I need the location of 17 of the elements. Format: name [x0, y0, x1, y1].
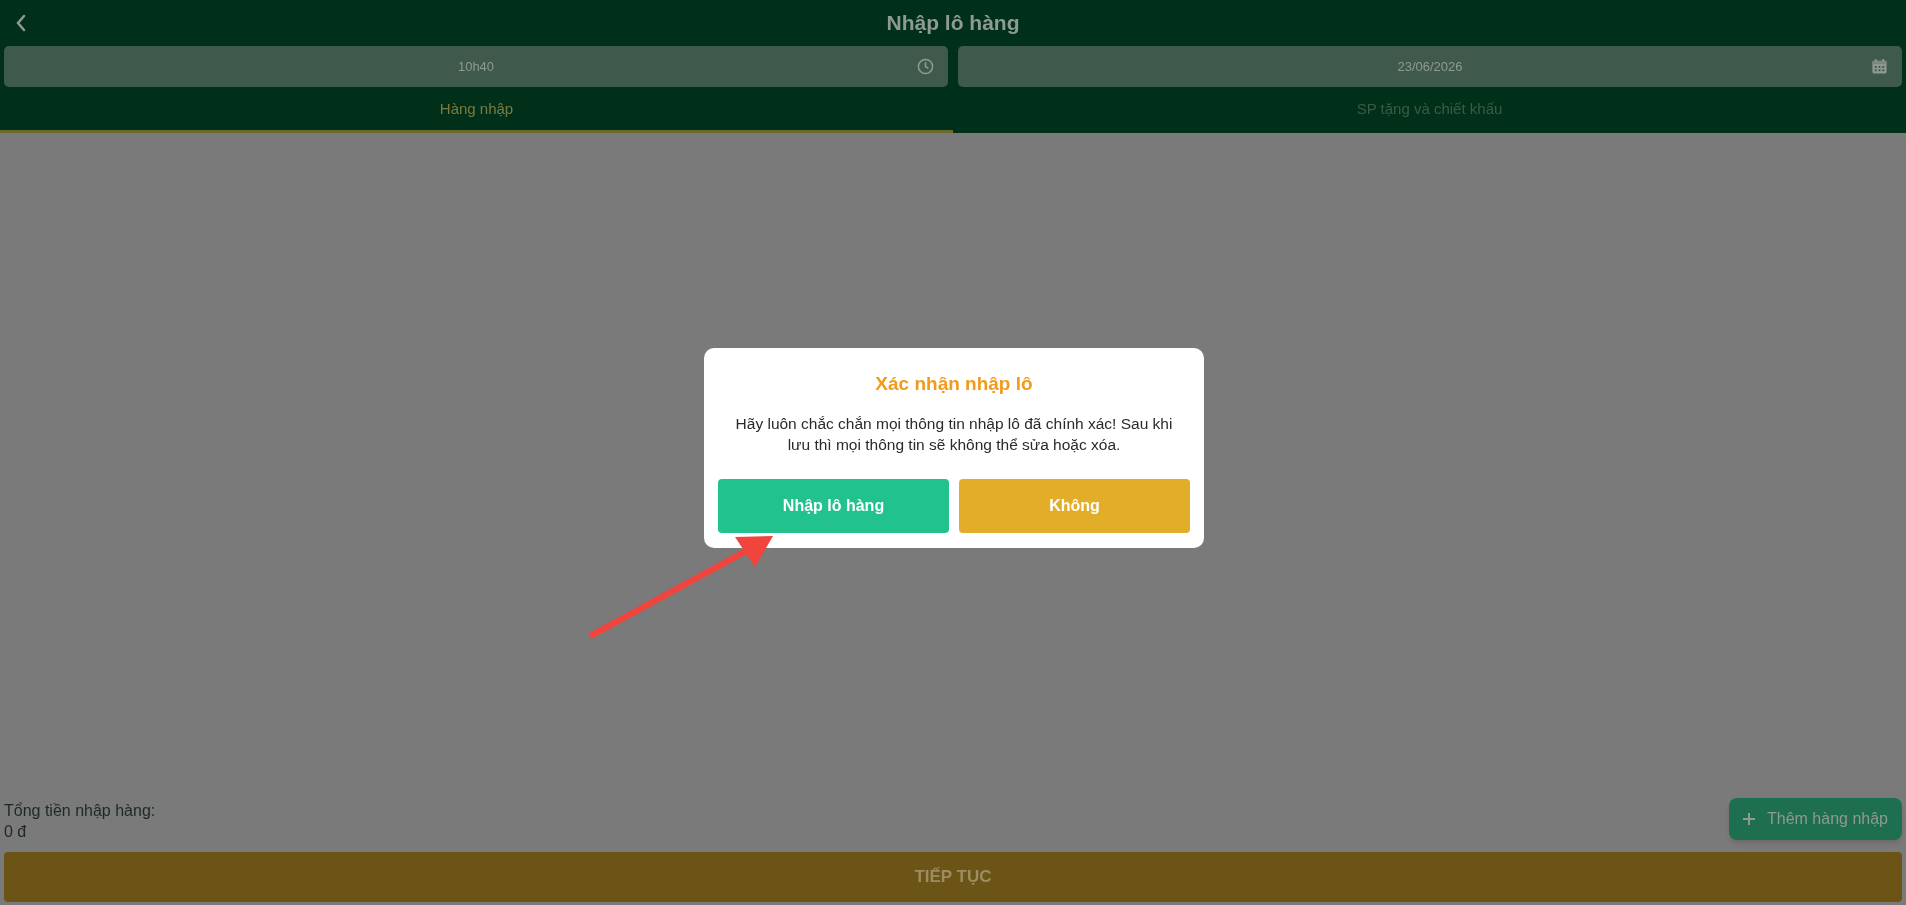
total-value: 0 đ — [4, 822, 28, 842]
plus-icon — [1743, 813, 1755, 825]
dialog-title: Xác nhận nhập lô — [875, 372, 1033, 396]
time-field[interactable]: 10h40 — [4, 46, 948, 87]
add-item-button[interactable]: Thêm hàng nhập — [1729, 798, 1902, 840]
cancel-button[interactable]: Không — [959, 478, 1190, 533]
dialog-message: Hãy luôn chắc chắn mọi thông tin nhập lô đã chính xác! Sau khi lưu thì mọi thông tin sẽ không thể sửa hoặc xóa. — [734, 413, 1174, 455]
back-icon — [15, 14, 27, 32]
confirm-button[interactable]: Nhập lô hàng — [718, 478, 949, 533]
tab[interactable]: Hàng nhập — [0, 89, 953, 133]
calendar-icon — [1871, 58, 1888, 75]
continue-button[interactable]: TIẾP TỤC — [4, 852, 1902, 902]
total-label: Tổng tiền nhập hàng: — [4, 801, 156, 821]
page-title: Nhập lô hàng — [886, 10, 1020, 37]
date-field[interactable]: 23/06/2026 — [958, 46, 1902, 87]
tab[interactable]: SP tặng và chiết khấu — [953, 89, 1906, 133]
clock-icon — [917, 58, 934, 75]
